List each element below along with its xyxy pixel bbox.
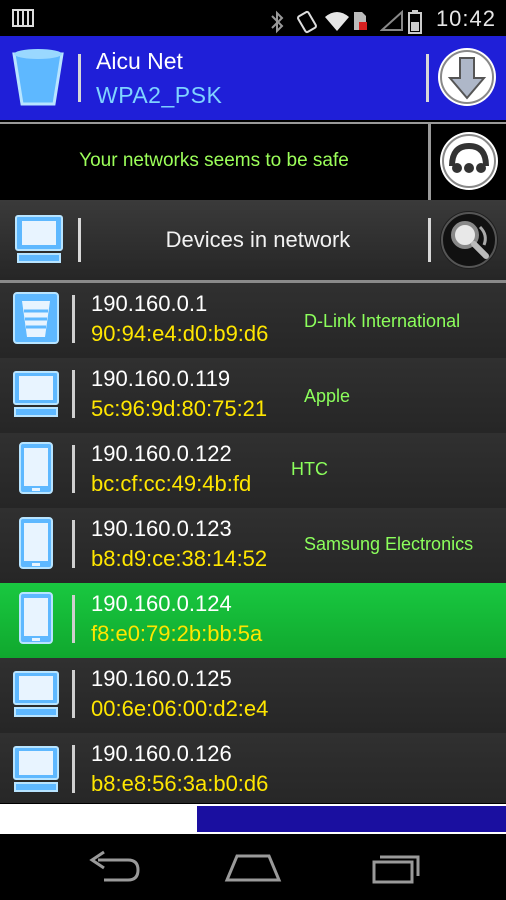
- notification-icon: [12, 8, 34, 33]
- recents-button[interactable]: [364, 848, 424, 886]
- scan-progress-bar: [0, 804, 506, 834]
- separator: [72, 520, 75, 568]
- device-ip: 190.160.0.1: [91, 291, 208, 316]
- device-ip: 190.160.0.126: [91, 741, 232, 766]
- computer-icon: [12, 366, 60, 420]
- separator: [78, 218, 81, 262]
- security-check-button[interactable]: [440, 132, 498, 190]
- devices-header: Devices in network: [0, 200, 506, 283]
- phone-icon: [12, 591, 60, 645]
- device-mac: f8:e0:79:2b:bb:5a: [91, 621, 263, 646]
- router-icon: [12, 291, 60, 345]
- device-ip: 190.160.0.119: [91, 366, 231, 391]
- device-row[interactable]: 190.160.0.122 bc:cf:cc:49:4b:fd HTC: [0, 433, 506, 509]
- signal-icon: [379, 9, 403, 31]
- battery-icon: [407, 10, 426, 34]
- search-icon: [441, 212, 497, 268]
- network-funnel-icon: [10, 46, 66, 110]
- back-icon: [89, 850, 140, 882]
- device-list[interactable]: 190.160.0.1 90:94:e4:d0:b9:d6 D-Link Inter…: [0, 283, 506, 803]
- phone-icon: [12, 441, 60, 495]
- device-row[interactable]: 190.160.0.125 00:6e:06:00:d2:e4: [0, 658, 506, 734]
- device-row[interactable]: 190.160.0.126 b8:e8:56:3a:b0:d6: [0, 733, 506, 803]
- device-ip: 190.160.0.123: [91, 516, 232, 541]
- device-ip: 190.160.0.124: [91, 591, 232, 616]
- device-row[interactable]: 190.160.0.123 b8:d9:ce:38:14:52 Samsung El…: [0, 508, 506, 584]
- device-vendor: HTC: [291, 459, 328, 479]
- device-vendor: Samsung Electronics: [304, 534, 474, 554]
- clock: 10:42: [435, 6, 496, 31]
- separator: [72, 445, 75, 493]
- navigation-bar: [0, 834, 506, 900]
- separator: [72, 370, 75, 418]
- status-bar: 10:42: [0, 0, 506, 36]
- device-mac: 90:94:e4:d0:b9:d6: [91, 321, 269, 346]
- device-ip: 190.160.0.125: [91, 666, 232, 691]
- bluetooth-icon: [268, 10, 286, 34]
- device-mac: 00:6e:06:00:d2:e4: [91, 696, 269, 721]
- separator: [72, 295, 75, 343]
- device-mac: 5c:96:9d:80:75:21: [91, 396, 268, 421]
- home-button[interactable]: [223, 848, 283, 886]
- separator: [426, 54, 429, 102]
- device-row[interactable]: 190.160.0.1 90:94:e4:d0:b9:d6 D-Link Inter…: [0, 283, 506, 359]
- home-icon: [224, 854, 282, 882]
- recents-icon: [372, 855, 420, 884]
- safety-message: Your networks seems to be safe: [79, 150, 349, 171]
- device-row[interactable]: 190.160.0.124 f8:e0:79:2b:bb:5a: [0, 583, 506, 659]
- device-row[interactable]: 190.160.0.119 5c:96:9d:80:75:21 Apple: [0, 358, 506, 434]
- computer-icon: [12, 666, 60, 720]
- vibrate-icon: [296, 10, 317, 34]
- device-vendor: D-Link International: [304, 311, 461, 331]
- computer-icon: [12, 741, 60, 795]
- separator: [78, 54, 81, 102]
- separator: [428, 218, 431, 262]
- sim-icon: [352, 10, 370, 30]
- wifi-icon: [324, 10, 349, 31]
- computer-icon: [14, 214, 64, 269]
- separator: [72, 745, 75, 793]
- separator: [72, 595, 75, 643]
- scan-progress-fill: [197, 806, 506, 832]
- scan-button[interactable]: [440, 211, 498, 269]
- device-ip: 190.160.0.122: [91, 441, 232, 466]
- network-name: Aicu Net: [96, 48, 183, 74]
- device-mac: bc:cf:cc:49:4b:fd: [91, 471, 252, 496]
- network-header: Aicu Net WPA2_PSK: [0, 36, 506, 120]
- download-button[interactable]: [438, 48, 496, 106]
- safety-bar: Your networks seems to be safe: [0, 122, 506, 202]
- device-mac: b8:e8:56:3a:b0:d6: [91, 771, 269, 796]
- separator: [72, 670, 75, 718]
- device-mac: b8:d9:ce:38:14:52: [91, 546, 268, 571]
- device-vendor: Apple: [304, 386, 351, 406]
- network-security: WPA2_PSK: [96, 82, 223, 108]
- phone-icon: [12, 516, 60, 570]
- back-button[interactable]: [84, 848, 144, 886]
- separator: [428, 124, 431, 200]
- network-scan-icon: [442, 134, 496, 188]
- devices-title: Devices in network: [165, 227, 351, 252]
- download-icon: [440, 50, 494, 104]
